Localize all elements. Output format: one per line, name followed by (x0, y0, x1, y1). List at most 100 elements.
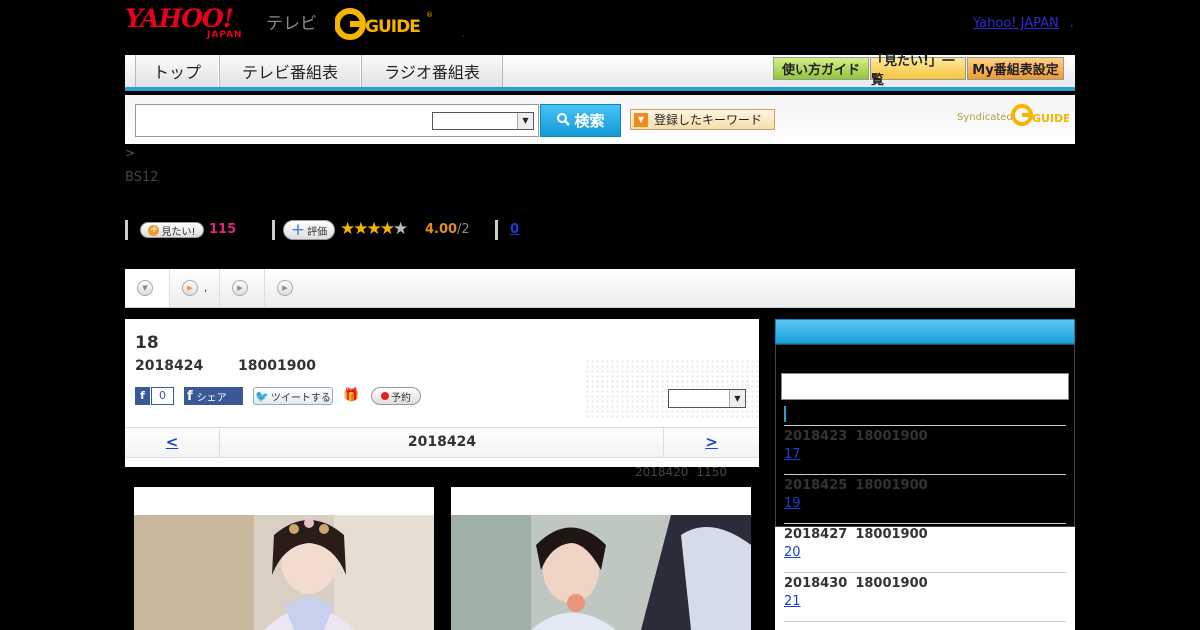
divider (784, 474, 1066, 475)
content-tabs: ▼ ▶ , ▶ ▶ (125, 269, 1075, 308)
mitai-button[interactable]: + 見たい! (140, 222, 204, 238)
episode-datetime: 2018430 18001900 (784, 576, 1066, 591)
yahoo-japan-link[interactable]: Yahoo! JAPAN (973, 16, 1059, 31)
main-nav: トップ テレビ番組表 ラジオ番組表 使い方ガイド 「見たい!」一覧 My番組表設… (125, 54, 1075, 91)
facebook-icon: f (187, 388, 193, 404)
episode-datetime: 2018425 18001900 (784, 478, 1066, 493)
rating-stars: ★★★★★ (340, 219, 408, 239)
chevron-down-icon: ▼ (137, 280, 153, 296)
episode-time: 18001900 (855, 576, 928, 591)
twitter-bird-icon: 🐦 (255, 389, 269, 403)
rate-label: 評価 (307, 226, 328, 238)
search-icon (556, 112, 571, 130)
program-detail-panel: 18 2018424 18001900 f 0 f シェア 🐦 ツイートする 🎁… (125, 319, 759, 467)
tv-logo-text: テレビ (266, 14, 317, 34)
program-image-1[interactable] (134, 487, 434, 630)
episode-link[interactable]: 19 (784, 496, 832, 511)
episode-item: 2018430 18001900 21 (784, 576, 1066, 609)
episode-date: 2018423 (784, 429, 848, 444)
tab-third[interactable]: ▶ (220, 269, 265, 307)
yahoo-japan-logo[interactable]: YAHOO! JAPAN (125, 6, 265, 42)
japan-logo-text: JAPAN (207, 30, 243, 40)
facebook-like-button[interactable]: f 0 (135, 387, 174, 405)
nav-tab-top[interactable]: トップ (135, 55, 219, 87)
header-separator: , (462, 29, 465, 38)
facebook-share-label: シェア (196, 392, 227, 404)
divider (784, 425, 1066, 426)
gguide-logo[interactable]: GUIDE ® (334, 8, 433, 40)
comments-link[interactable]: 0 (510, 222, 519, 237)
tweet-label: ツイートする (270, 392, 331, 404)
divider (495, 220, 498, 240)
tab-overview[interactable]: ▼ (125, 269, 170, 307)
syndicated-gguide-logo: Syndicated GUIDE (957, 103, 1069, 129)
triangle-down-icon: ▼ (634, 112, 648, 127)
search-button[interactable]: 検索 (540, 104, 621, 137)
tab-second[interactable]: ▶ , (170, 269, 220, 307)
search-bar: ▼ 検索 ▼ 登録したキーワード Syndicated GUIDE (125, 95, 1075, 144)
play-icon: ▶ (232, 280, 248, 296)
program-select[interactable]: ▼ (668, 389, 746, 408)
rate-button[interactable]: + 評価 (283, 220, 335, 240)
tab-second-label: , (204, 282, 208, 294)
play-icon: ▶ (277, 280, 293, 296)
plus-icon: + (290, 219, 306, 240)
plus-icon: + (148, 224, 160, 236)
usage-guide-button[interactable]: 使い方ガイド (773, 57, 869, 80)
episode-datetime: 2018423 18001900 (784, 429, 1066, 444)
saved-keywords-button[interactable]: ▼ 登録したキーワード (630, 109, 775, 130)
reserve-button[interactable]: 予約 (371, 387, 421, 405)
search-button-label: 検索 (574, 112, 605, 130)
program-image-2[interactable] (451, 487, 751, 630)
program-actions: + 見たい! 115 + 評価 ★★★★★ 4.00 /2 0 (125, 219, 545, 240)
episode-link[interactable]: 21 (784, 594, 832, 609)
sidebar-header (775, 319, 1075, 344)
nav-tab-tv-listings[interactable]: テレビ番組表 (219, 55, 361, 87)
divider (784, 572, 1066, 573)
divider (125, 220, 128, 240)
sidebar-search-input[interactable] (781, 373, 1069, 400)
my-listing-settings-button[interactable]: My番組表設定 (967, 57, 1064, 80)
divider (784, 523, 1066, 524)
tweet-button[interactable]: 🐦 ツイートする (253, 387, 333, 405)
mitai-count: 115 (209, 222, 237, 237)
gift-icon[interactable]: 🎁 (343, 388, 359, 404)
episode-time: 18001900 (855, 478, 928, 493)
program-time: 18001900 (238, 358, 316, 374)
updated-date: 2018420 (635, 465, 689, 479)
mitai-label: 見たい! (161, 226, 196, 238)
current-day: 2018424 (407, 434, 477, 450)
episode-link[interactable]: 17 (784, 447, 832, 462)
tab-fourth[interactable]: ▶ (265, 269, 310, 307)
episode-item: 2018423 18001900 17 (784, 429, 1066, 462)
episode-date: 2018430 (784, 576, 848, 591)
rating-count: /2 (457, 222, 470, 237)
channel-name: BS12 (125, 170, 159, 185)
mitai-list-button[interactable]: 「見たい!」一覧 (870, 54, 966, 88)
facebook-share-button[interactable]: f シェア (184, 387, 243, 405)
search-category-select[interactable]: ▼ (432, 112, 534, 130)
saved-keywords-label: 登録したキーワード (654, 113, 763, 127)
episode-time: 18001900 (855, 527, 928, 542)
reserve-label: 予約 (391, 392, 411, 404)
divider (272, 220, 275, 240)
program-date: 2018424 (135, 358, 204, 374)
facebook-icon: f (135, 387, 151, 405)
section-marker (784, 406, 786, 422)
episode-date: 2018425 (784, 478, 848, 493)
facebook-like-count: 0 (152, 388, 173, 404)
nav-tab-radio-listings[interactable]: ラジオ番組表 (361, 55, 503, 87)
episode-date: 2018427 (784, 527, 848, 542)
day-navigation: < 2018424 > (125, 427, 759, 458)
episode-datetime: 2018427 18001900 (784, 527, 1066, 542)
header-link-separator: , (1070, 16, 1074, 29)
chevron-down-icon: ▼ (517, 113, 533, 129)
episode-link[interactable]: 20 (784, 545, 832, 560)
episode-sidebar: 2018423 18001900 17 2018425 18001900 19 20… (775, 319, 1075, 630)
svg-text:®: ® (426, 11, 433, 19)
program-title: 18 (135, 333, 159, 353)
prev-day-link[interactable]: < (125, 428, 220, 457)
next-day-link[interactable]: > (663, 428, 759, 457)
last-updated: 2018420 1150 (635, 465, 735, 479)
star-on-icons: ★★★★ (340, 219, 395, 239)
